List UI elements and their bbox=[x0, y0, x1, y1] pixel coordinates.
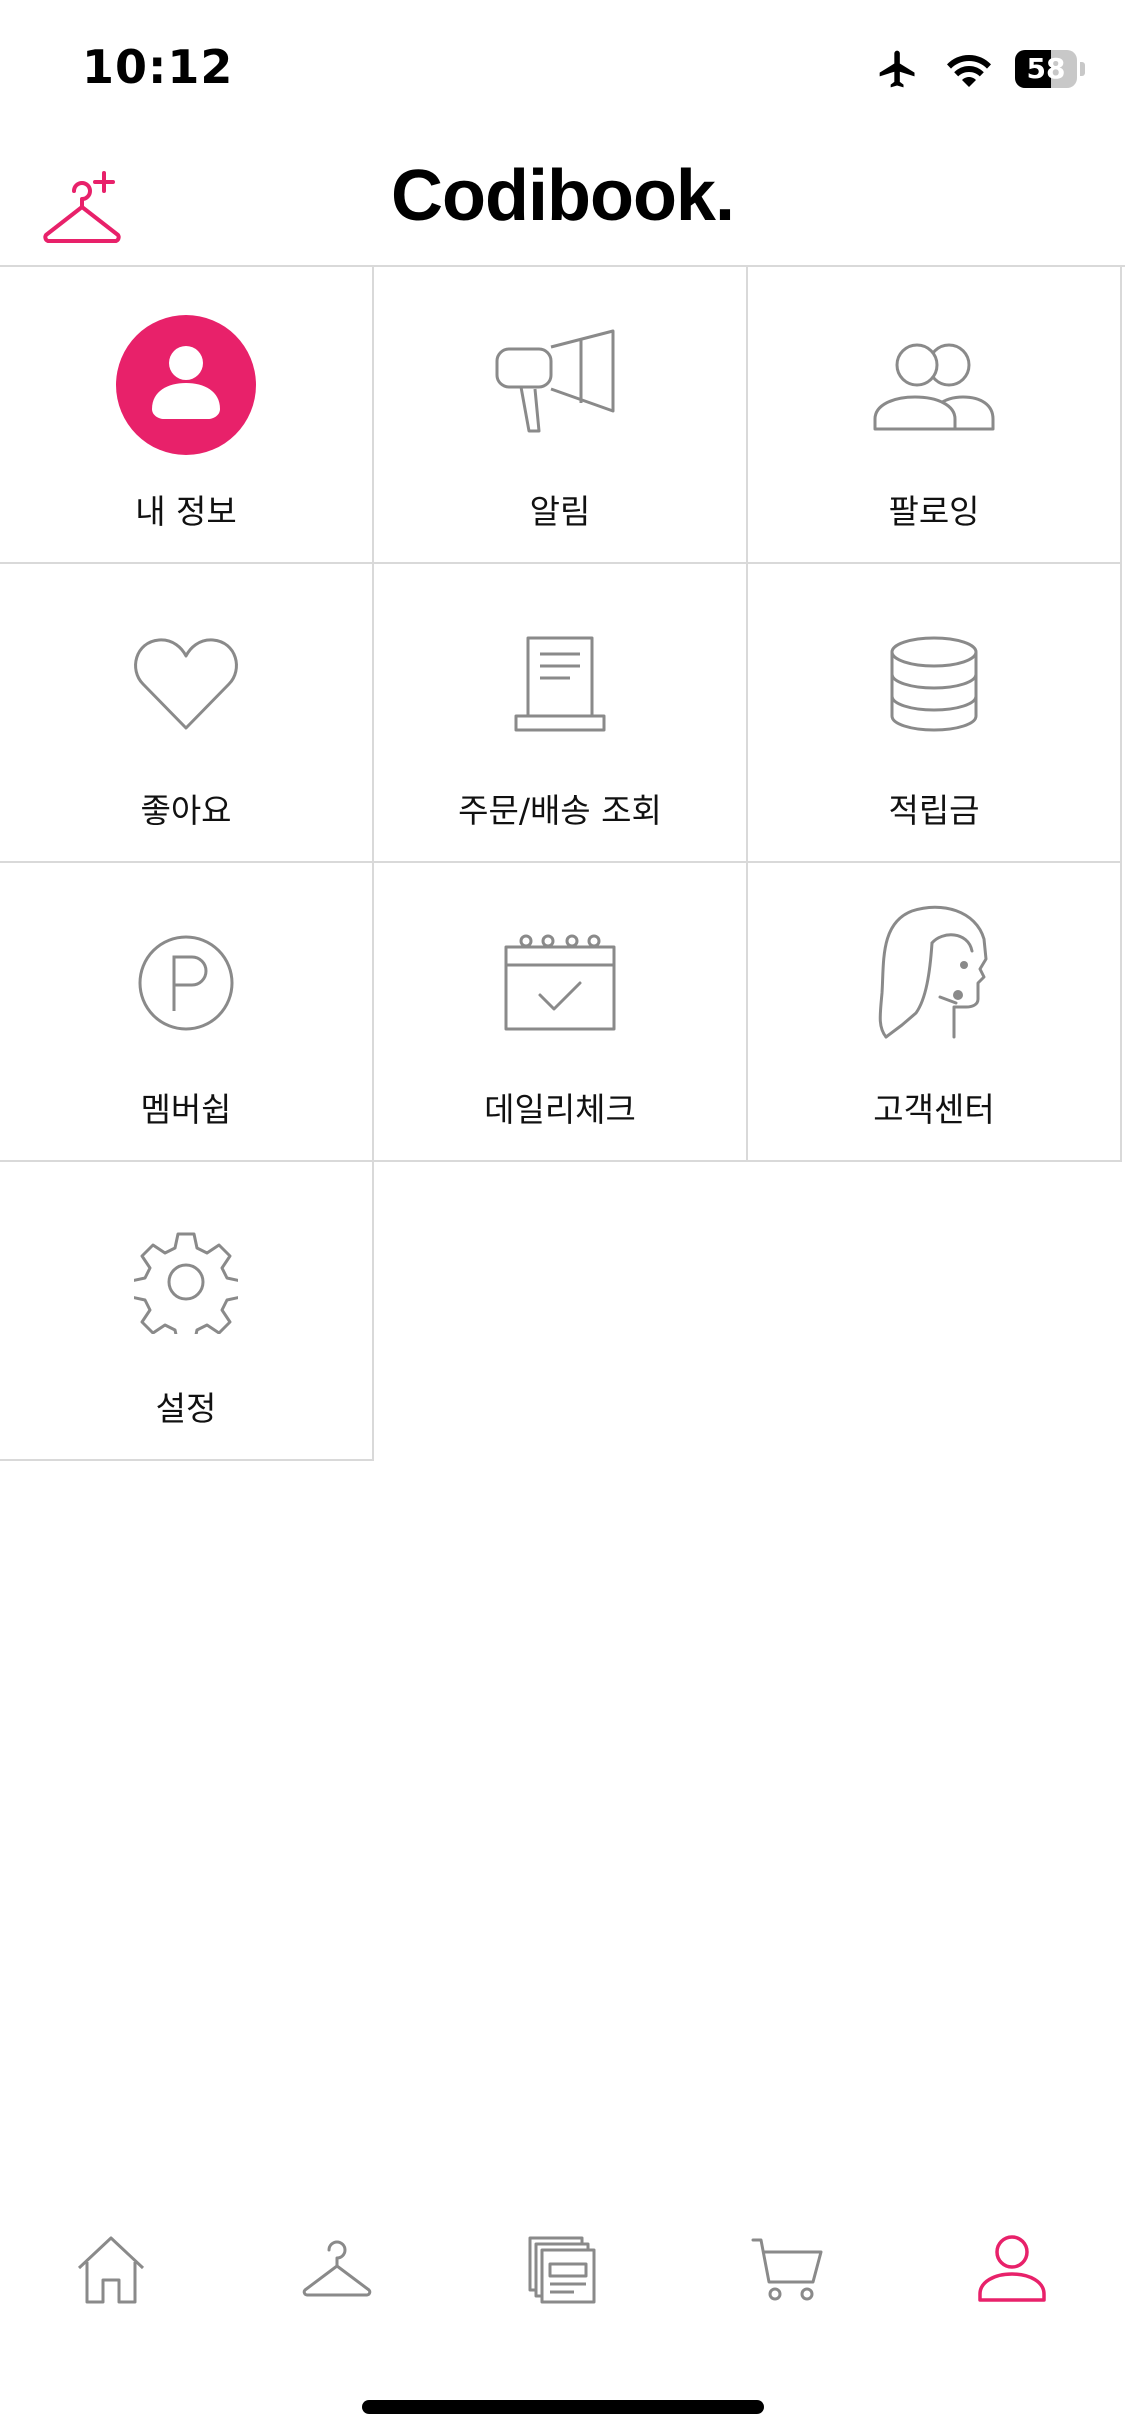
menu-item-likes[interactable]: 좋아요 bbox=[0, 564, 374, 863]
customer-service-icon bbox=[878, 905, 988, 1039]
menu-item-orders[interactable]: 주문/배송 조회 bbox=[374, 564, 748, 863]
profile-icon bbox=[116, 315, 256, 455]
status-bar: 10:12 58 bbox=[0, 0, 1125, 135]
battery-icon: 58 bbox=[1015, 50, 1085, 88]
menu-item-label: 설정 bbox=[155, 1389, 217, 1428]
menu-item-notifications[interactable]: 알림 bbox=[374, 265, 748, 564]
tab-closet[interactable] bbox=[292, 2225, 382, 2315]
following-users-icon bbox=[873, 343, 995, 431]
calendar-check-icon bbox=[504, 934, 616, 1031]
menu-item-label: 멤버쉽 bbox=[140, 1090, 232, 1129]
menu-item-label: 고객센터 bbox=[873, 1090, 995, 1129]
tab-home[interactable] bbox=[66, 2225, 156, 2315]
tab-cart[interactable] bbox=[742, 2225, 832, 2315]
menu-item-points[interactable]: 적립금 bbox=[748, 564, 1122, 863]
app-header: Codibook. bbox=[0, 135, 1125, 267]
menu-item-label: 팔로잉 bbox=[888, 492, 980, 531]
menu-item-following[interactable]: 팔로잉 bbox=[748, 265, 1122, 564]
bottom-tab-bar bbox=[0, 2205, 1125, 2335]
airplane-icon bbox=[879, 50, 915, 88]
menu-item-settings[interactable]: 설정 bbox=[0, 1162, 374, 1461]
hanger-icon bbox=[302, 2240, 372, 2297]
menu-item-membership[interactable]: 멤버쉽 bbox=[0, 863, 374, 1162]
user-icon bbox=[978, 2235, 1046, 2302]
status-icons: 58 bbox=[873, 44, 1085, 94]
wifi-icon bbox=[947, 55, 991, 87]
tab-feed[interactable] bbox=[517, 2225, 607, 2315]
menu-item-label: 좋아요 bbox=[140, 791, 232, 830]
menu-item-label: 내 정보 bbox=[135, 492, 237, 531]
menu-item-daily-check[interactable]: 데일리체크 bbox=[374, 863, 748, 1162]
membership-p-icon bbox=[138, 935, 234, 1031]
menu-item-label: 주문/배송 조회 bbox=[458, 791, 662, 830]
coins-stack-icon bbox=[890, 636, 978, 732]
megaphone-icon bbox=[495, 329, 615, 433]
tab-my-page[interactable] bbox=[967, 2225, 1057, 2315]
cart-icon bbox=[751, 2238, 823, 2301]
app-logo: Codibook. bbox=[391, 156, 735, 236]
menu-item-customer-center[interactable]: 고객센터 bbox=[748, 863, 1122, 1162]
home-indicator bbox=[362, 2400, 764, 2414]
gear-icon bbox=[134, 1232, 238, 1334]
status-time: 10:12 bbox=[82, 40, 234, 94]
menu-item-my-info[interactable]: 내 정보 bbox=[0, 265, 374, 564]
feed-cards-icon bbox=[528, 2236, 596, 2304]
battery-level: 58 bbox=[1026, 52, 1066, 85]
order-receipt-icon bbox=[514, 636, 606, 732]
heart-icon bbox=[134, 638, 238, 730]
menu-item-label: 알림 bbox=[529, 492, 591, 531]
menu-item-label: 적립금 bbox=[888, 791, 980, 830]
home-icon bbox=[77, 2236, 145, 2304]
menu-item-label: 데일리체크 bbox=[484, 1090, 636, 1129]
